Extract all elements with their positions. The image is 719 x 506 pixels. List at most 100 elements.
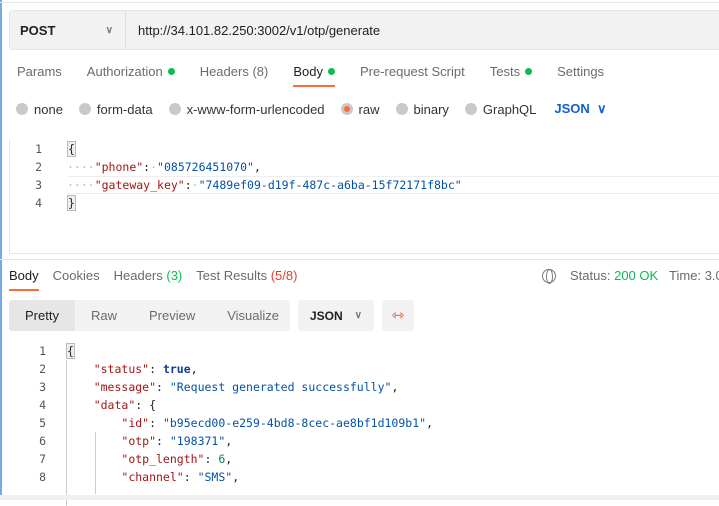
code-token: : [183, 470, 198, 484]
code-token: · [191, 178, 199, 192]
tab-headers[interactable]: Headers (8) [200, 64, 269, 87]
line-number: 3 [39, 380, 46, 394]
code-token: "message" [93, 380, 157, 394]
tab-authorization[interactable]: Authorization [87, 64, 175, 87]
code-token: ···· [67, 178, 95, 192]
tab-label: Tests [489, 64, 521, 79]
code-token: true [162, 362, 191, 376]
code-token: : [156, 380, 170, 394]
code-token: , [190, 362, 198, 376]
request-tabs: Params Authorization Headers (8) Body Pre-re… [17, 64, 629, 87]
divider [0, 2, 719, 3]
tab-settings[interactable]: Settings [557, 64, 604, 87]
line-number: 4 [39, 398, 46, 412]
code-token: "id" [121, 416, 150, 430]
tab-label: Headers [199, 64, 249, 79]
code-line: } [67, 194, 76, 212]
radio-label: GraphQL [482, 101, 537, 117]
code-line: { [67, 140, 76, 158]
code-line: "status": true, [66, 360, 198, 378]
response-tabs: Body Cookies Headers (3) Test Results (5… [9, 268, 311, 291]
code-token: { [66, 343, 75, 359]
radio-none[interactable]: none [16, 102, 63, 117]
tab-params[interactable]: Params [17, 64, 62, 87]
code-token: : [149, 362, 163, 376]
code-token: , [225, 434, 233, 448]
line-number: 5 [39, 416, 46, 430]
status-label: Status: [570, 268, 611, 283]
radio-label: form-data [96, 101, 153, 117]
url-input[interactable]: http://34.101.82.250:3002/v1/otp/generat… [126, 23, 380, 38]
code-token: : { [135, 398, 157, 412]
code-token: { [67, 141, 76, 157]
view-raw-button[interactable]: Raw [75, 300, 133, 331]
code-line: "otp_length": 6, [66, 450, 232, 468]
code-token: "data" [93, 398, 136, 412]
request-body-editor[interactable]: 1{2 ····"phone":·"085726451070", 3 ····"gat… [9, 140, 719, 254]
code-token: : [156, 434, 170, 448]
wrap-lines-icon[interactable]: ⇿ [382, 300, 414, 331]
radio-label: binary [413, 101, 449, 117]
tab-body[interactable]: Body [293, 64, 335, 87]
tab-test-results[interactable]: Test Results (5/8) [196, 268, 297, 291]
code-token: "Request generated successfully" [169, 380, 392, 394]
code-token: ···· [67, 160, 95, 174]
radio-circle-icon [168, 103, 181, 115]
time-value[interactable]: 3.07 [705, 268, 719, 283]
status-dot-icon [525, 68, 533, 75]
code-token: "channel" [121, 470, 184, 484]
radio-form-data[interactable]: form-data [78, 101, 153, 117]
tab-response-body[interactable]: Body [9, 268, 39, 291]
chevron-down-icon: ∨ [105, 24, 113, 36]
line-number: 4 [35, 196, 42, 210]
time-label: Time: [669, 268, 702, 283]
radio-circle-icon [78, 103, 91, 115]
code-line: "channel": "SMS", [66, 468, 239, 486]
status-dot-icon [167, 68, 175, 75]
format-label: JSON [310, 308, 343, 323]
radio-label: raw [358, 101, 380, 117]
code-token: "status" [93, 362, 150, 376]
tab-pre-request-script[interactable]: Pre-request Script [360, 64, 465, 87]
response-format-select[interactable]: JSON ∨ [298, 300, 374, 331]
status-dot-icon [327, 68, 335, 75]
view-pretty-button[interactable]: Pretty [9, 300, 75, 331]
globe-icon[interactable] [542, 268, 556, 284]
tab-label: Headers [113, 268, 163, 283]
line-number: 1 [39, 344, 46, 358]
scrollbar-track[interactable] [0, 495, 719, 500]
response-status: Status: 200 OK Time: 3.07 [542, 268, 719, 284]
radio-raw[interactable]: raw [340, 101, 380, 117]
tab-cookies[interactable]: Cookies [53, 268, 100, 291]
status-value: 200 OK [614, 268, 659, 283]
code-line: "data": { [66, 396, 156, 414]
line-number: 3 [35, 178, 42, 192]
body-format-select[interactable]: JSON ∨ [554, 101, 606, 117]
radio-x-www-form-urlencoded[interactable]: x-www-form-urlencoded [168, 101, 325, 117]
tests-count: (5/8) [270, 268, 298, 283]
chevron-down-icon: ∨ [354, 310, 362, 321]
radio-circle-icon [340, 103, 353, 115]
code-line: ····"gateway_key":·"7489ef09-d19f-487c-a… [67, 176, 462, 194]
code-line: ····"phone":·"085726451070", [67, 158, 261, 176]
code-token: · [150, 160, 158, 174]
radio-binary[interactable]: binary [395, 101, 449, 117]
code-token: "SMS" [197, 470, 233, 484]
radio-graphql[interactable]: GraphQL [464, 101, 537, 117]
tab-response-headers[interactable]: Headers (3) [114, 268, 183, 291]
code-token: "085726451070" [157, 160, 254, 174]
view-visualize-button[interactable]: Visualize [211, 300, 295, 331]
indent-guide [66, 360, 67, 506]
method-select[interactable]: POST ∨ [10, 11, 126, 49]
tab-label: Authorization [86, 64, 163, 79]
line-number: 2 [35, 160, 42, 174]
view-preview-button[interactable]: Preview [133, 300, 211, 331]
radio-label: x-www-form-urlencoded [186, 101, 325, 117]
body-type-options: none form-data x-www-form-urlencoded raw bin… [16, 101, 607, 117]
tab-tests[interactable]: Tests [489, 64, 533, 87]
